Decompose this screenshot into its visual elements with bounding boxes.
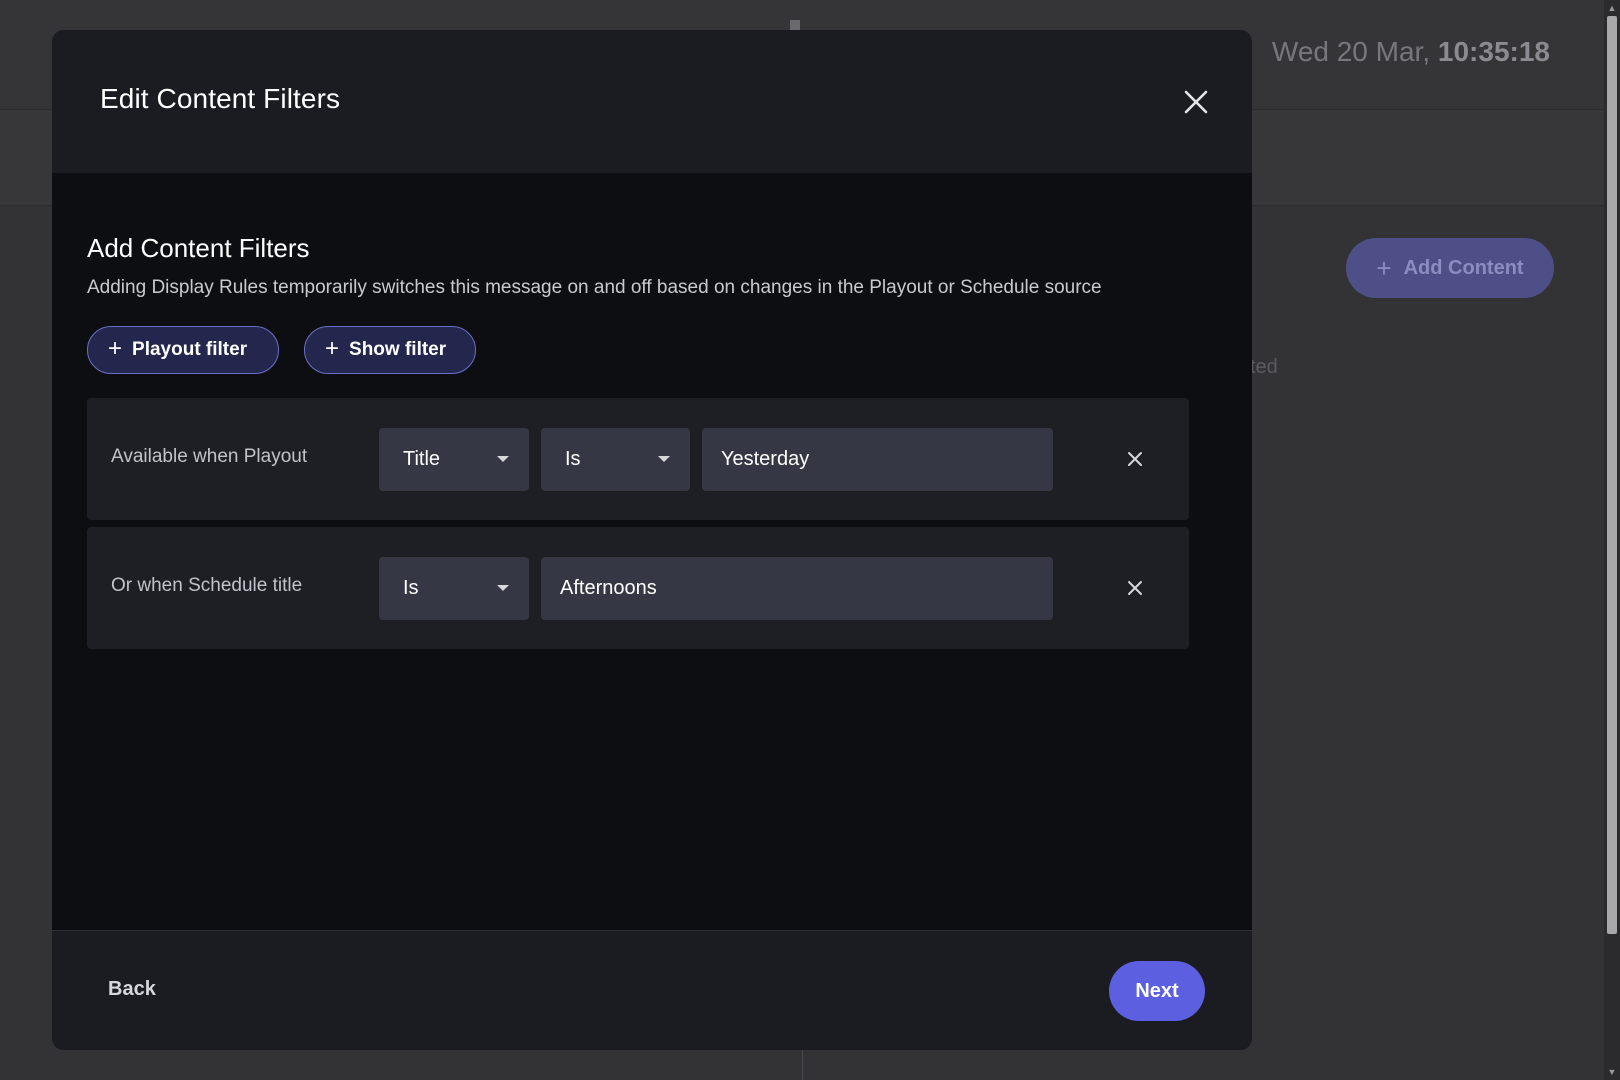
scroll-up-icon[interactable]: ▲ [1604, 0, 1620, 16]
scroll-down-icon[interactable]: ▼ [1604, 1064, 1620, 1080]
caret-down-icon [497, 585, 509, 591]
add-content-label: Add Content [1403, 256, 1524, 279]
clock-time: 10:35:18 [1437, 36, 1550, 67]
operator-select-value: Is [565, 448, 581, 470]
filter-row-playout: Available when Playout Title Is Yesterda… [87, 398, 1189, 520]
caret-down-icon [658, 456, 670, 462]
field-select-value: Title [403, 448, 441, 470]
filter-value-input[interactable]: Afternoons [541, 557, 1053, 620]
add-content-button[interactable]: + Add Content [1346, 238, 1554, 298]
close-icon [1184, 90, 1208, 114]
filter-row-schedule: Or when Schedule title Is Afternoons [87, 527, 1189, 649]
field-select[interactable]: Title [379, 428, 529, 491]
add-show-filter-label: Show filter [349, 339, 447, 360]
close-button[interactable] [1178, 84, 1214, 120]
clock-date: Wed 20 Mar, [1271, 36, 1431, 67]
scrollbar-thumb[interactable] [1607, 16, 1617, 934]
header-clock: Wed 20 Mar, 10:35:18 [1272, 36, 1550, 68]
operator-select[interactable]: Is [379, 557, 529, 620]
back-button[interactable]: Back [90, 967, 174, 1011]
filter-row-label: Or when Schedule title [111, 575, 303, 596]
section-description: Adding Display Rules temporarily switche… [87, 277, 1102, 298]
background-status-text: ted [1250, 356, 1278, 378]
caret-down-icon [497, 456, 509, 462]
plus-icon: + [1376, 252, 1392, 283]
remove-filter-button[interactable] [1122, 446, 1148, 472]
header-marker [790, 20, 800, 30]
filter-row-label: Available when Playout [111, 446, 308, 467]
plus-icon: + [108, 335, 123, 362]
add-playout-filter-button[interactable]: + Playout filter [87, 326, 279, 374]
filter-value-input[interactable]: Yesterday [702, 428, 1053, 491]
page-scrollbar[interactable]: ▲ ▼ [1604, 0, 1620, 1080]
remove-filter-button[interactable] [1122, 575, 1148, 601]
section-title: Add Content Filters [87, 233, 310, 263]
next-button[interactable]: Next [1109, 961, 1205, 1021]
add-show-filter-button[interactable]: + Show filter [304, 326, 476, 374]
remove-icon [1128, 581, 1142, 595]
dialog-footer: Back Next [52, 930, 1252, 1050]
remove-icon [1128, 452, 1142, 466]
add-playout-filter-label: Playout filter [132, 339, 248, 360]
filter-value-text: Afternoons [560, 577, 657, 599]
operator-select-value: Is [403, 577, 419, 599]
dialog-title: Edit Content Filters [100, 83, 341, 114]
plus-icon: + [325, 335, 340, 362]
filter-value-text: Yesterday [721, 448, 810, 470]
dialog-header: Edit Content Filters [52, 30, 1252, 173]
edit-content-filters-dialog: Edit Content Filters Add Content Filters… [52, 30, 1252, 1050]
operator-select[interactable]: Is [541, 428, 690, 491]
